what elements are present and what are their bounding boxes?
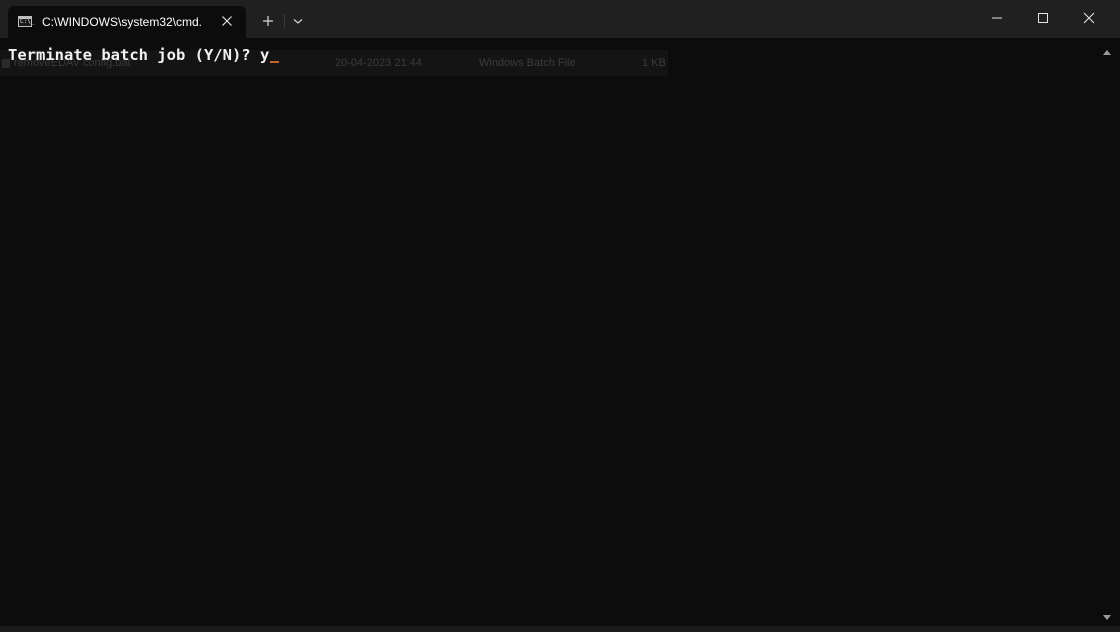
terminal-output[interactable]: removeEDAV config.bat 20-04-2023 21:44 W… [0,38,1096,626]
ghost-file-type: Windows Batch File [479,57,576,69]
ghost-file-size: 1 KB [642,57,666,69]
tab-cmd[interactable]: C:\_ C:\WINDOWS\system32\cmd. [8,6,246,38]
minimize-button[interactable] [974,0,1020,36]
input-text: y [259,46,270,64]
terminal-window: C:\_ C:\WINDOWS\system32\cmd. removeEDAV… [0,0,1120,632]
maximize-button[interactable] [1020,0,1066,36]
vertical-scrollbar[interactable] [1096,38,1120,626]
scroll-down-icon[interactable] [1101,610,1113,620]
terminal-line: Terminate batch job (Y/N)? y [8,46,280,64]
ghost-file-date: 20-04-2023 21:44 [335,57,422,69]
tab-title: C:\WINDOWS\system32\cmd. [42,15,203,29]
text-cursor [270,61,280,63]
maximize-icon [1038,13,1048,23]
title-bar[interactable]: C:\_ C:\WINDOWS\system32\cmd. [0,0,1120,38]
plus-icon[interactable] [256,9,280,33]
prompt-text: Terminate batch job (Y/N)? [8,46,260,64]
chevron-down-icon[interactable] [286,9,310,33]
minimize-icon [992,17,1002,19]
scroll-track[interactable] [1106,62,1108,602]
close-icon [1083,12,1095,24]
window-bottom-edge [0,626,1120,632]
scroll-up-icon[interactable] [1101,44,1113,55]
close-icon[interactable] [218,12,236,30]
close-button[interactable] [1066,0,1112,36]
tab-divider [284,14,285,28]
cmd-prompt-icon: C:\_ [18,16,35,27]
